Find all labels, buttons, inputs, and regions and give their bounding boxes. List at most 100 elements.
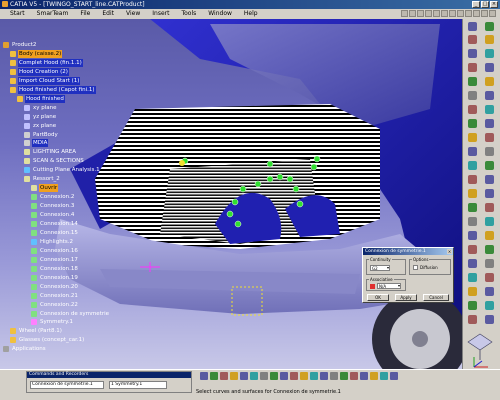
toolbar-icon[interactable] — [380, 372, 388, 380]
toolbar-icon[interactable] — [417, 10, 424, 17]
tree-node[interactable]: Hood Creation (2) — [10, 67, 69, 76]
toolbar-icon[interactable] — [468, 287, 477, 296]
toolbar-icon[interactable] — [485, 63, 494, 72]
toolbar-icon[interactable] — [468, 189, 477, 198]
toolbar-icon[interactable] — [468, 175, 477, 184]
toolbar-icon[interactable] — [485, 189, 494, 198]
toolbar-icon[interactable] — [270, 372, 278, 380]
tree-node[interactable]: Hood finished (Capot fini.1) — [10, 85, 96, 94]
toolbar-icon[interactable] — [485, 119, 494, 128]
toolbar-icon[interactable] — [401, 10, 408, 17]
tree-node[interactable]: Connexion.16 — [31, 247, 79, 255]
tree-node[interactable]: Connexion.22 — [31, 301, 79, 309]
tree-node[interactable]: Connexion.19 — [31, 274, 79, 282]
tree-node[interactable]: Connexion.3 — [31, 202, 75, 210]
tree-node[interactable]: MDIA — [24, 139, 49, 148]
dialog-close-button[interactable]: × — [447, 249, 452, 254]
ok-button[interactable]: OK — [367, 294, 389, 301]
tree-node[interactable]: Hood finished — [17, 94, 65, 103]
tree-node[interactable]: Product2 — [3, 41, 37, 49]
tree-node[interactable]: Import Cloud Start (1) — [10, 76, 81, 85]
toolbar-icon[interactable] — [485, 161, 494, 170]
tree-node[interactable]: Connexion.17 — [31, 256, 79, 264]
tree-node[interactable]: Highlights.2 — [31, 238, 74, 246]
toolbar-icon[interactable] — [280, 372, 288, 380]
tree-node[interactable]: Connexion.2 — [31, 193, 75, 201]
tree-node[interactable]: Connexion.15 — [31, 229, 79, 237]
toolbar-icon[interactable] — [390, 372, 398, 380]
menu-tools[interactable]: Tools — [175, 9, 202, 19]
tree-node[interactable]: yz plane — [24, 113, 57, 121]
toolbar-icon[interactable] — [441, 10, 448, 17]
toolbar-icon[interactable] — [468, 22, 477, 31]
tree-node[interactable]: LIGHTING AREA — [24, 148, 77, 156]
toolbar-icon[interactable] — [485, 22, 494, 31]
toolbar-icon[interactable] — [330, 372, 338, 380]
tree-node[interactable]: xy plane — [24, 104, 58, 112]
tree-node[interactable]: SCAN & SECTIONS — [24, 157, 85, 165]
toolbar-icon[interactable] — [485, 203, 494, 212]
tree-node[interactable]: Connexion.18 — [31, 265, 79, 273]
maximize-button[interactable]: □ — [481, 1, 489, 8]
toolbar-icon[interactable] — [310, 372, 318, 380]
toolbar-icon[interactable] — [449, 10, 456, 17]
toolbar-icon[interactable] — [485, 217, 494, 226]
toolbar-icon[interactable] — [468, 301, 477, 310]
cancel-button[interactable]: Cancel — [423, 294, 449, 301]
tree-node[interactable]: Wheel (Part8.1) — [10, 327, 63, 335]
toolbar-icon[interactable] — [468, 91, 477, 100]
toolbar-icon[interactable] — [425, 10, 432, 17]
tree-node[interactable]: Connexion de symmetrie — [31, 310, 110, 318]
toolbar-icon[interactable] — [485, 315, 494, 324]
close-button[interactable]: × — [490, 1, 498, 8]
toolbar-icon[interactable] — [468, 245, 477, 254]
tree-node[interactable]: Symmetry.1 — [31, 318, 74, 326]
menu-insert[interactable]: Insert — [146, 9, 175, 19]
toolbar-icon[interactable] — [200, 372, 208, 380]
tree-node[interactable]: Cutting Plane Analysis.1 — [24, 166, 101, 174]
toolbar-icon[interactable] — [485, 301, 494, 310]
tree-node[interactable]: Connexion.20 — [31, 283, 79, 291]
toolbar-icon[interactable] — [290, 372, 298, 380]
toolbar-icon[interactable] — [468, 77, 477, 86]
toolbar-icon[interactable] — [468, 231, 477, 240]
toolbar-icon[interactable] — [468, 315, 477, 324]
tree-node[interactable]: Complet Hood (fin.1.1) — [10, 58, 83, 67]
tree-node[interactable]: Connexion.14 — [31, 220, 79, 228]
tree-node[interactable]: Glasses (concept_car.1) — [10, 336, 85, 344]
menu-view[interactable]: View — [120, 9, 146, 19]
toolbar-icon[interactable] — [468, 147, 477, 156]
toolbar-icon[interactable] — [485, 147, 494, 156]
toolbar-icon[interactable] — [468, 105, 477, 114]
toolbar-icon[interactable] — [485, 49, 494, 58]
toolbar-icon[interactable] — [473, 10, 480, 17]
menu-start[interactable]: Start — [4, 9, 31, 19]
toolbar-icon[interactable] — [485, 231, 494, 240]
tree-node[interactable]: Ouvrir — [31, 184, 59, 193]
tree-node[interactable]: Connexion.21 — [31, 292, 79, 300]
menu-edit[interactable]: Edit — [96, 9, 120, 19]
toolbar-icon[interactable] — [350, 372, 358, 380]
toolbar-icon[interactable] — [485, 273, 494, 282]
toolbar-icon[interactable] — [468, 49, 477, 58]
toolbar-icon[interactable] — [468, 217, 477, 226]
apply-button[interactable]: Apply — [395, 294, 417, 301]
toolbar-icon[interactable] — [485, 287, 494, 296]
toolbar-icon[interactable] — [485, 77, 494, 86]
toolbar-icon[interactable] — [485, 133, 494, 142]
menu-file[interactable]: File — [74, 9, 96, 19]
diffusion-checkbox[interactable] — [413, 265, 418, 270]
toolbar-icon[interactable] — [220, 372, 228, 380]
vertex-marker[interactable] — [179, 160, 185, 166]
selection-field[interactable]: 1 Symmetry.1 — [109, 381, 167, 389]
tree-node[interactable]: Body (caisse.2) — [10, 49, 63, 58]
toolbar-icon[interactable] — [468, 35, 477, 44]
tree-node[interactable]: Applications — [3, 345, 47, 353]
toolbar-icon[interactable] — [468, 161, 477, 170]
3d-viewport[interactable]: Product2 Body (caisse.2) Complet Hood (fin… — [0, 19, 462, 369]
toolbar-icon[interactable] — [320, 372, 328, 380]
toolbar-icon[interactable] — [300, 372, 308, 380]
toolbar-icon[interactable] — [370, 372, 378, 380]
associative-select[interactable]: N/A — [377, 283, 401, 289]
minimize-button[interactable]: _ — [472, 1, 480, 8]
